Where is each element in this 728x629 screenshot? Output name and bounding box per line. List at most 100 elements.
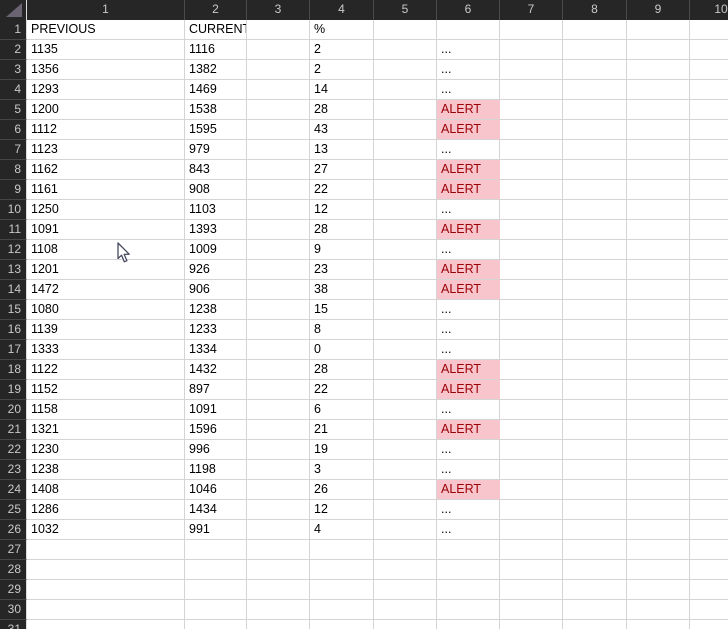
cell-r17c8[interactable] <box>563 340 627 360</box>
cell-r31c10[interactable] <box>690 620 728 629</box>
cell-r1c4[interactable]: % <box>310 20 374 40</box>
cell-r17c1[interactable]: 1333 <box>27 340 185 360</box>
cell-r22c2[interactable]: 996 <box>185 440 247 460</box>
cell-r21c2[interactable]: 1596 <box>185 420 247 440</box>
cell-r22c8[interactable] <box>563 440 627 460</box>
cell-r18c10[interactable] <box>690 360 728 380</box>
cell-r19c8[interactable] <box>563 380 627 400</box>
column-header-4[interactable]: 4 <box>310 0 374 20</box>
cell-r3c6[interactable]: ... <box>437 60 500 80</box>
cell-r27c7[interactable] <box>500 540 563 560</box>
cell-r15c8[interactable] <box>563 300 627 320</box>
cell-r5c9[interactable] <box>627 100 690 120</box>
cell-r9c10[interactable] <box>690 180 728 200</box>
cell-r30c3[interactable] <box>247 600 310 620</box>
cell-r16c3[interactable] <box>247 320 310 340</box>
alert-cell-r18[interactable]: ALERT <box>437 360 500 380</box>
cell-r20c8[interactable] <box>563 400 627 420</box>
cell-r7c2[interactable]: 979 <box>185 140 247 160</box>
cell-r21c7[interactable] <box>500 420 563 440</box>
cell-r17c10[interactable] <box>690 340 728 360</box>
cell-r26c10[interactable] <box>690 520 728 540</box>
cell-r7c5[interactable] <box>374 140 437 160</box>
row-header-20[interactable]: 20 <box>0 400 27 420</box>
cell-r22c5[interactable] <box>374 440 437 460</box>
cell-r28c1[interactable] <box>27 560 185 580</box>
cell-r23c2[interactable]: 1198 <box>185 460 247 480</box>
row-header-30[interactable]: 30 <box>0 600 27 620</box>
cell-r21c8[interactable] <box>563 420 627 440</box>
cell-r13c1[interactable]: 1201 <box>27 260 185 280</box>
cell-r30c6[interactable] <box>437 600 500 620</box>
cell-r8c10[interactable] <box>690 160 728 180</box>
cell-r12c2[interactable]: 1009 <box>185 240 247 260</box>
cell-r3c3[interactable] <box>247 60 310 80</box>
cell-r22c7[interactable] <box>500 440 563 460</box>
cell-r8c5[interactable] <box>374 160 437 180</box>
cell-r31c1[interactable] <box>27 620 185 629</box>
cell-r15c6[interactable]: ... <box>437 300 500 320</box>
cell-r29c8[interactable] <box>563 580 627 600</box>
cell-r7c9[interactable] <box>627 140 690 160</box>
cell-r5c7[interactable] <box>500 100 563 120</box>
cell-r18c1[interactable]: 1122 <box>27 360 185 380</box>
cell-r29c6[interactable] <box>437 580 500 600</box>
row-header-9[interactable]: 9 <box>0 180 27 200</box>
cell-r4c9[interactable] <box>627 80 690 100</box>
cell-r8c2[interactable]: 843 <box>185 160 247 180</box>
cell-r6c5[interactable] <box>374 120 437 140</box>
row-header-4[interactable]: 4 <box>0 80 27 100</box>
row-header-5[interactable]: 5 <box>0 100 27 120</box>
row-header-14[interactable]: 14 <box>0 280 27 300</box>
cell-r30c10[interactable] <box>690 600 728 620</box>
cell-r28c8[interactable] <box>563 560 627 580</box>
cell-r27c8[interactable] <box>563 540 627 560</box>
cell-r15c5[interactable] <box>374 300 437 320</box>
cell-r15c7[interactable] <box>500 300 563 320</box>
cell-r3c5[interactable] <box>374 60 437 80</box>
cell-r14c5[interactable] <box>374 280 437 300</box>
cell-r5c8[interactable] <box>563 100 627 120</box>
cell-r30c8[interactable] <box>563 600 627 620</box>
cell-r13c3[interactable] <box>247 260 310 280</box>
cell-r10c4[interactable]: 12 <box>310 200 374 220</box>
alert-cell-r19[interactable]: ALERT <box>437 380 500 400</box>
row-header-21[interactable]: 21 <box>0 420 27 440</box>
cell-r25c4[interactable]: 12 <box>310 500 374 520</box>
column-header-9[interactable]: 9 <box>627 0 690 20</box>
cell-r17c2[interactable]: 1334 <box>185 340 247 360</box>
row-header-10[interactable]: 10 <box>0 200 27 220</box>
cell-r12c5[interactable] <box>374 240 437 260</box>
cell-r15c1[interactable]: 1080 <box>27 300 185 320</box>
cell-r12c8[interactable] <box>563 240 627 260</box>
cell-r29c1[interactable] <box>27 580 185 600</box>
cell-r9c8[interactable] <box>563 180 627 200</box>
cell-r11c4[interactable]: 28 <box>310 220 374 240</box>
cell-r23c8[interactable] <box>563 460 627 480</box>
cell-r22c9[interactable] <box>627 440 690 460</box>
cell-r4c7[interactable] <box>500 80 563 100</box>
cell-r20c5[interactable] <box>374 400 437 420</box>
cell-r25c3[interactable] <box>247 500 310 520</box>
cell-r24c7[interactable] <box>500 480 563 500</box>
cell-r20c3[interactable] <box>247 400 310 420</box>
cell-r29c2[interactable] <box>185 580 247 600</box>
cell-r9c7[interactable] <box>500 180 563 200</box>
alert-cell-r9[interactable]: ALERT <box>437 180 500 200</box>
cell-r9c4[interactable]: 22 <box>310 180 374 200</box>
cell-r16c10[interactable] <box>690 320 728 340</box>
cell-r25c8[interactable] <box>563 500 627 520</box>
cell-r23c6[interactable]: ... <box>437 460 500 480</box>
cell-r21c4[interactable]: 21 <box>310 420 374 440</box>
cell-r15c3[interactable] <box>247 300 310 320</box>
cell-r20c6[interactable]: ... <box>437 400 500 420</box>
cell-r30c9[interactable] <box>627 600 690 620</box>
cell-r8c9[interactable] <box>627 160 690 180</box>
cell-r3c4[interactable]: 2 <box>310 60 374 80</box>
cell-r28c7[interactable] <box>500 560 563 580</box>
cell-r30c4[interactable] <box>310 600 374 620</box>
alert-cell-r14[interactable]: ALERT <box>437 280 500 300</box>
cell-r19c5[interactable] <box>374 380 437 400</box>
cell-r28c2[interactable] <box>185 560 247 580</box>
cell-r6c1[interactable]: 1112 <box>27 120 185 140</box>
